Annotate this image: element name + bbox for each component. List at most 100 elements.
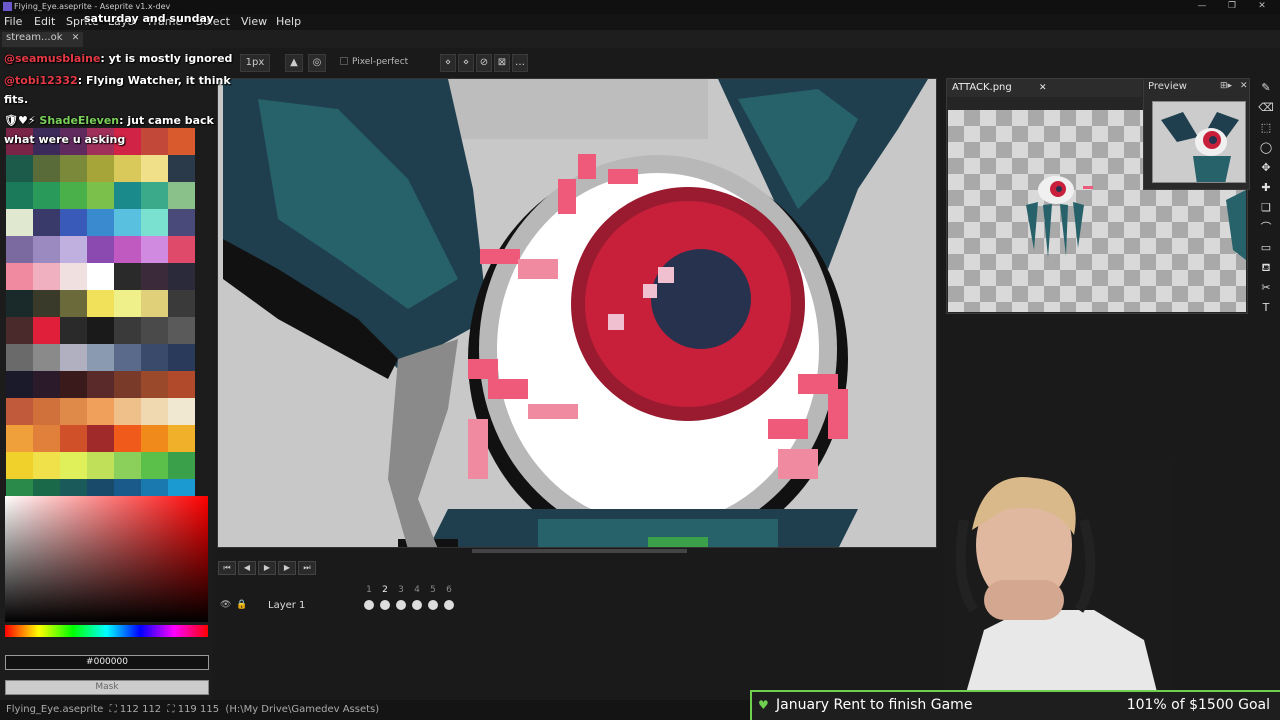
palette-swatch[interactable]	[87, 317, 114, 344]
hex-color-field[interactable]: #000000	[5, 655, 209, 670]
palette-swatch[interactable]	[60, 290, 87, 317]
palette-swatch[interactable]	[6, 452, 33, 479]
palette-swatch[interactable]	[114, 209, 141, 236]
symmetry-icon[interactable]: ⋄	[440, 54, 456, 72]
palette-swatch[interactable]	[168, 452, 195, 479]
palette-swatch[interactable]	[60, 236, 87, 263]
palette-swatch[interactable]	[33, 317, 60, 344]
hue-slider[interactable]	[5, 625, 208, 637]
minimize-button[interactable]: —	[1192, 1, 1212, 11]
palette-swatch[interactable]	[60, 398, 87, 425]
palette-swatch[interactable]	[141, 263, 168, 290]
frame-cel[interactable]	[364, 600, 374, 610]
palette-swatch[interactable]	[87, 452, 114, 479]
frame-number[interactable]: 5	[426, 585, 440, 595]
first-frame-button[interactable]: ⏮	[218, 561, 236, 575]
eraser-icon[interactable]: ⌫	[1258, 100, 1274, 116]
palette-swatch[interactable]	[87, 344, 114, 371]
symmetry-h-icon[interactable]: ⋄	[458, 54, 474, 72]
palette-swatch[interactable]	[6, 317, 33, 344]
preview-close-icon[interactable]: ✕	[1240, 81, 1248, 91]
palette-swatch[interactable]	[114, 425, 141, 452]
palette-swatch[interactable]	[141, 452, 168, 479]
palette-swatch[interactable]	[114, 344, 141, 371]
palette-swatch[interactable]	[6, 182, 33, 209]
palette-swatch[interactable]	[168, 209, 195, 236]
palette-swatch[interactable]	[141, 236, 168, 263]
palette-swatch[interactable]	[33, 371, 60, 398]
palette-swatch[interactable]	[6, 290, 33, 317]
palette-swatch[interactable]	[114, 398, 141, 425]
palette-swatch[interactable]	[168, 155, 195, 182]
palette-swatch[interactable]	[6, 155, 33, 182]
palette-swatch[interactable]	[60, 182, 87, 209]
reference-close-icon[interactable]: ✕	[1039, 79, 1047, 97]
palette-swatch[interactable]	[60, 263, 87, 290]
eyedropper-icon[interactable]: ◯	[1258, 140, 1274, 156]
palette-swatch[interactable]	[168, 317, 195, 344]
palette-swatch[interactable]	[114, 155, 141, 182]
palette-swatch[interactable]	[141, 290, 168, 317]
palette-swatch[interactable]	[6, 344, 33, 371]
canvas-horizontal-scrollbar[interactable]	[217, 548, 937, 554]
rectangle-icon[interactable]: ▭	[1258, 240, 1274, 256]
mask-color-field[interactable]: Mask	[5, 680, 209, 695]
zoom-icon[interactable]: ✥	[1258, 160, 1274, 176]
paint-bucket-icon[interactable]: ❏	[1258, 200, 1274, 216]
frame-cel[interactable]	[412, 600, 422, 610]
frame-cel[interactable]	[380, 600, 390, 610]
palette-swatch[interactable]	[114, 452, 141, 479]
palette-swatch[interactable]	[87, 425, 114, 452]
color-spectrum[interactable]	[5, 496, 208, 622]
palette-swatch[interactable]	[141, 182, 168, 209]
curve-icon[interactable]: ⌒	[1258, 220, 1274, 236]
palette-swatch[interactable]	[33, 236, 60, 263]
palette-swatch[interactable]	[6, 209, 33, 236]
palette-swatch[interactable]	[60, 155, 87, 182]
palette-swatch[interactable]	[33, 344, 60, 371]
palette-swatch[interactable]	[60, 452, 87, 479]
visibility-eye-icon[interactable]: 👁	[220, 600, 231, 610]
palette-swatch[interactable]	[60, 209, 87, 236]
palette-swatch[interactable]	[114, 290, 141, 317]
brush-size-field[interactable]: 1px	[240, 54, 270, 72]
ink-type-icon[interactable]: ◎	[308, 54, 326, 72]
palette-swatch[interactable]	[33, 155, 60, 182]
text-icon[interactable]: T	[1258, 300, 1274, 316]
palette-swatch[interactable]	[114, 371, 141, 398]
palette-swatch[interactable]	[6, 371, 33, 398]
palette-swatch[interactable]	[60, 344, 87, 371]
palette-swatch[interactable]	[87, 209, 114, 236]
palette-swatch[interactable]	[6, 398, 33, 425]
symmetry-both-icon[interactable]: ⊠	[494, 54, 510, 72]
prev-frame-button[interactable]: ◀	[238, 561, 256, 575]
contour-icon[interactable]: ⛾	[1258, 260, 1274, 276]
palette-swatch[interactable]	[141, 209, 168, 236]
blur-icon[interactable]: ✂	[1258, 280, 1274, 296]
frame-number[interactable]: 3	[394, 585, 408, 595]
menu-help[interactable]: Help	[276, 15, 301, 28]
palette-swatch[interactable]	[33, 182, 60, 209]
menu-view[interactable]: View	[241, 15, 267, 28]
move-icon[interactable]: ✚	[1258, 180, 1274, 196]
frame-number[interactable]: 1	[362, 585, 376, 595]
palette-swatch[interactable]	[87, 371, 114, 398]
palette-swatch[interactable]	[141, 425, 168, 452]
symmetry-v-icon[interactable]: ⊘	[476, 54, 492, 72]
palette-swatch[interactable]	[114, 317, 141, 344]
frame-number[interactable]: 6	[442, 585, 456, 595]
palette-swatch[interactable]	[33, 290, 60, 317]
palette-swatch[interactable]	[6, 263, 33, 290]
frame-cel[interactable]	[396, 600, 406, 610]
palette-swatch[interactable]	[141, 317, 168, 344]
pencil-icon[interactable]: ✎	[1258, 80, 1274, 96]
pixel-perfect-checkbox[interactable]	[340, 57, 348, 65]
palette-swatch[interactable]	[141, 344, 168, 371]
palette-swatch[interactable]	[168, 344, 195, 371]
sprite-canvas[interactable]	[217, 78, 937, 548]
palette-swatch[interactable]	[87, 398, 114, 425]
palette-swatch[interactable]	[141, 371, 168, 398]
palette-swatch[interactable]	[87, 290, 114, 317]
lock-icon[interactable]: 🔒	[236, 600, 247, 610]
palette-swatch[interactable]	[114, 263, 141, 290]
